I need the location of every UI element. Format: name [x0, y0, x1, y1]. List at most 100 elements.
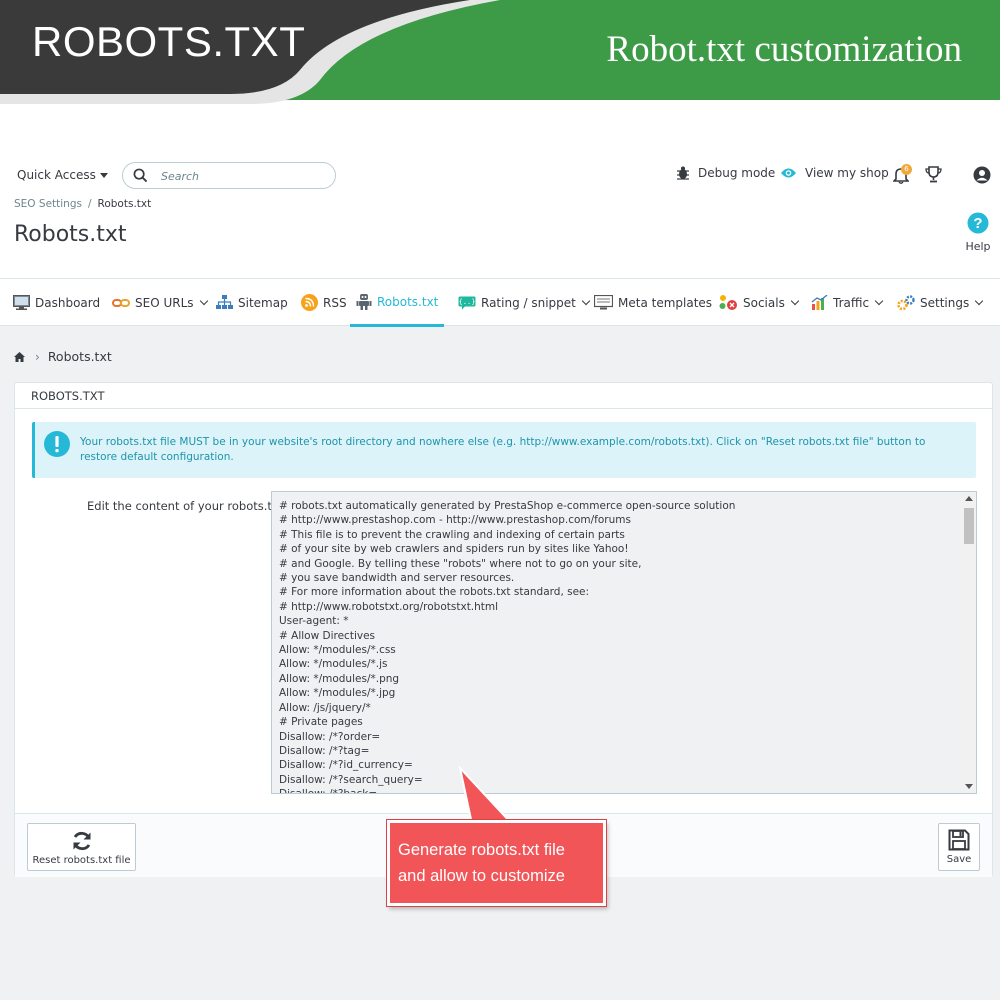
gear-icon [897, 294, 915, 310]
rss-icon [301, 294, 318, 311]
scroll-up-icon[interactable] [965, 496, 973, 501]
help-icon: ? [967, 212, 989, 234]
tab-socials[interactable]: Socials [719, 279, 800, 326]
tab-rating-snippet-label: Rating / snippet [481, 295, 576, 310]
robots-textarea[interactable]: # robots.txt automatically generated by … [271, 491, 977, 794]
robots-line: # For more information about the robots.… [279, 586, 590, 599]
search-input[interactable] [161, 167, 326, 185]
chevron-down-icon [974, 296, 984, 305]
textarea-scrollbar[interactable] [962, 492, 976, 793]
view-shop-link[interactable]: View my shop [780, 166, 889, 180]
reset-robots-button[interactable]: Reset robots.txt file [27, 823, 136, 871]
tab-socials-label: Socials [743, 295, 785, 310]
breadcrumb-current: Robots.txt [97, 198, 152, 210]
tab-rating-snippet[interactable]: {..} Rating / snippet [458, 279, 591, 326]
tab-rss-label: RSS [323, 295, 347, 310]
chevron-down-icon [874, 296, 884, 305]
chevron-down-icon [790, 296, 800, 305]
tab-settings[interactable]: Settings [897, 279, 984, 326]
breadcrumb: SEO Settings / Robots.txt [14, 198, 152, 210]
view-shop-label: View my shop [805, 166, 889, 180]
tab-dashboard-label: Dashboard [35, 295, 101, 310]
tab-dashboard[interactable]: Dashboard [13, 279, 100, 326]
tab-traffic-label: Traffic [833, 295, 870, 310]
robots-line: # you save bandwidth and server resource… [279, 572, 515, 585]
info-alert: Your robots.txt file MUST be in your web… [32, 422, 976, 478]
banner-subtitle: Robot.txt customization [606, 29, 962, 70]
robots-line: # robots.txt automatically generated by … [279, 500, 736, 512]
socials-icon [719, 295, 737, 310]
trophy-icon[interactable] [925, 166, 942, 183]
robots-line: # of your site by web crawlers and spide… [279, 543, 629, 556]
info-icon [44, 431, 70, 457]
tab-robots-txt[interactable]: Robots.txt [350, 279, 445, 327]
callout-line-1: Generate robots.txt file [398, 841, 565, 859]
page-title: Robots.txt [14, 222, 127, 247]
dashboard-icon [13, 295, 30, 310]
scroll-thumb[interactable] [964, 508, 974, 544]
content-breadcrumb-current: Robots.txt [47, 349, 112, 364]
user-avatar-icon[interactable] [973, 166, 991, 184]
callout-line-2: and allow to customize [398, 867, 565, 885]
chevron-down-icon [199, 296, 208, 305]
save-icon [948, 829, 970, 851]
robots-line: Allow: /js/jquery/* [279, 701, 371, 714]
tab-robots-txt-label: Robots.txt [377, 294, 439, 309]
robots-line: # Allow Directives [279, 629, 376, 642]
content-breadcrumb: › Robots.txt [14, 349, 112, 364]
home-icon[interactable] [14, 351, 25, 362]
robots-line: # http://www.robotstxt.org/robotstxt.htm… [279, 600, 499, 613]
tab-sitemap[interactable]: Sitemap [216, 279, 288, 326]
save-button[interactable]: Save [938, 823, 980, 871]
robots-line: # Private pages [279, 716, 363, 729]
robots-line: User-agent: * [279, 615, 349, 628]
tab-traffic[interactable]: Traffic [811, 279, 884, 326]
svg-text:{..}: {..} [459, 298, 476, 306]
reset-robots-label: Reset robots.txt file [32, 855, 131, 866]
robots-content: # robots.txt automatically generated by … [279, 499, 736, 793]
notification-badge: 6 [901, 164, 912, 175]
quick-access-dropdown[interactable]: Quick Access [17, 168, 108, 182]
monitor-icon [594, 295, 613, 310]
help-button[interactable]: ? Help [962, 212, 994, 253]
save-label: Save [946, 854, 972, 865]
scroll-down-icon[interactable] [965, 784, 973, 789]
robots-line: # http://www.prestashop.com - http://www… [279, 514, 631, 527]
debug-mode-label: Debug mode [698, 166, 776, 180]
panel-title: ROBOTS.TXT [15, 383, 992, 409]
chevron-right-icon: › [35, 349, 40, 364]
sitemap-icon [216, 295, 233, 309]
link-icon [112, 298, 130, 307]
eye-icon [781, 168, 796, 178]
svg-text:?: ? [973, 215, 982, 232]
robots-line: Allow: */modules/*.js [279, 658, 388, 671]
tab-sitemap-label: Sitemap [238, 295, 288, 310]
tab-rss[interactable]: RSS [301, 279, 347, 326]
tab-seo-urls[interactable]: SEO URLs [112, 279, 208, 326]
chart-icon [811, 295, 828, 310]
tab-meta-templates-label: Meta templates [618, 295, 713, 310]
search-box[interactable] [122, 162, 336, 189]
callout-pointer [458, 766, 515, 825]
banner-title: ROBOTS.TXT [32, 18, 306, 65]
refresh-icon [73, 831, 90, 851]
robots-line: Allow: */modules/*.css [279, 644, 396, 657]
alert-text: Your robots.txt file MUST be in your web… [80, 436, 926, 463]
robots-line: # This file is to prevent the crawling a… [279, 528, 625, 541]
tab-settings-label: Settings [920, 295, 970, 310]
bug-icon [677, 166, 689, 180]
promo-banner: ROBOTS.TXT Robot.txt customization [0, 0, 1000, 108]
robots-line: # and Google. By telling these "robots" … [279, 557, 642, 570]
robot-icon [356, 294, 372, 310]
snippet-icon: {..} [458, 296, 476, 309]
module-tabs: Dashboard SEO URLs Sitemap RSS Robots.tx… [0, 278, 1000, 327]
robots-line: Allow: */modules/*.jpg [279, 687, 396, 700]
debug-mode-link[interactable]: Debug mode [676, 166, 775, 180]
breadcrumb-parent[interactable]: SEO Settings [14, 198, 82, 210]
robots-field-label: Edit the content of your robots.txt [87, 499, 284, 513]
robots-line: Disallow: /*?order= [279, 730, 381, 743]
tab-meta-templates[interactable]: Meta templates [594, 279, 712, 326]
callout-text: Generate robots.txt file and allow to cu… [398, 837, 598, 889]
tab-seo-urls-label: SEO URLs [135, 295, 194, 310]
chevron-down-icon [581, 296, 591, 305]
